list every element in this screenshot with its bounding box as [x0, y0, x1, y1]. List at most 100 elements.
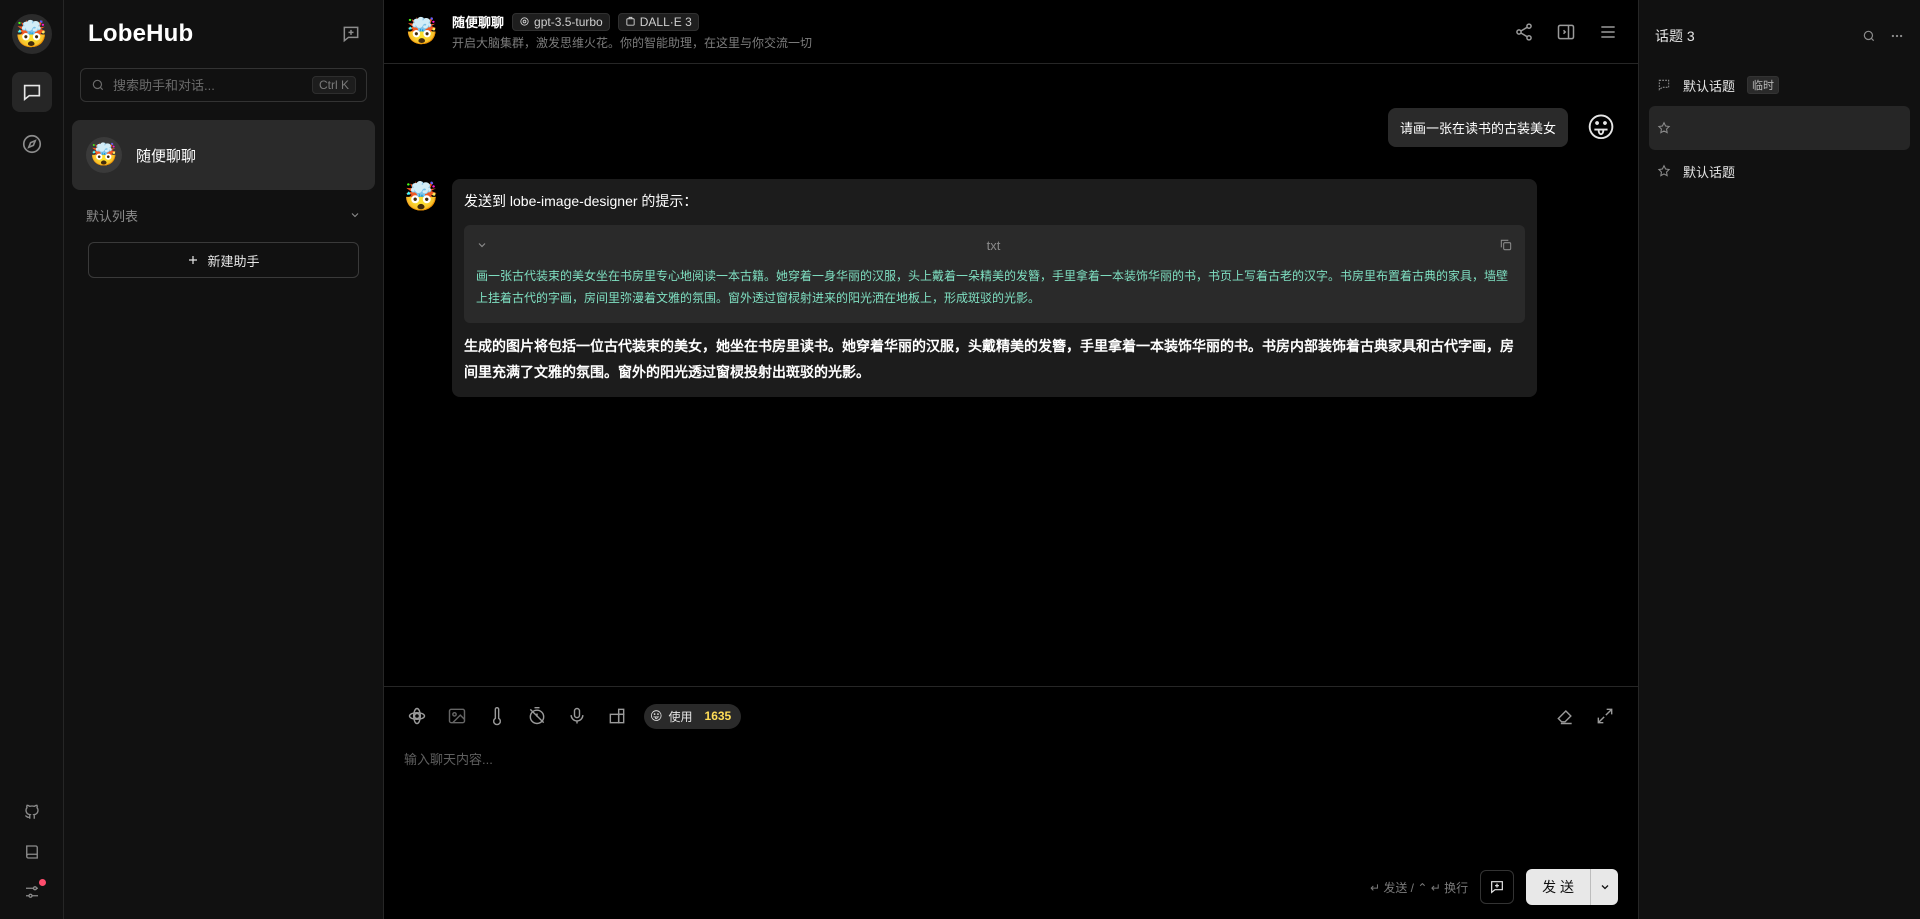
topic-label: 默认话题: [1683, 78, 1736, 94]
star-icon[interactable]: [1657, 164, 1671, 178]
search-input[interactable]: [113, 77, 304, 93]
code-content: 画一张古代装束的美女坐在书房里专心地阅读一本古籍。她穿着一身华丽的汉服，头上戴着…: [476, 269, 1509, 305]
topic-item-active[interactable]: [1649, 106, 1910, 150]
new-assistant-button[interactable]: 新建助手: [88, 242, 359, 278]
chat-composer: 😛 使用 1635 ↵ 发送 / ⌃ ↵ 换: [384, 686, 1638, 919]
brain-icon: [408, 707, 426, 725]
new-topic-button[interactable]: [1480, 870, 1515, 904]
notification-dot: [38, 879, 46, 886]
search-icon: [92, 79, 104, 91]
clear-button[interactable]: [1552, 703, 1578, 729]
blocks-icon: [609, 708, 625, 724]
user-message: 请画一张在读书的古装美女 😛: [1387, 108, 1618, 147]
history-limit-button[interactable]: [524, 703, 550, 729]
menu-icon: [1601, 25, 1615, 38]
voice-input-button[interactable]: [564, 703, 590, 729]
upload-image-button[interactable]: [444, 703, 470, 729]
topic-item-default[interactable]: 默认话题: [1649, 150, 1910, 192]
share-icon: [1516, 22, 1532, 41]
message-input-area: [404, 749, 1618, 869]
nav-rail: 🤯: [0, 0, 64, 919]
panel-right-icon: [1557, 24, 1575, 39]
thermometer-icon: [493, 707, 501, 726]
send-options-button[interactable]: [1590, 869, 1618, 905]
search-shortcut: Ctrl K: [312, 76, 356, 94]
user-message-avatar[interactable]: 😛: [1584, 111, 1618, 145]
model-settings-button[interactable]: [404, 703, 430, 729]
share-button[interactable]: [1514, 22, 1534, 42]
chat-icon: [23, 84, 40, 102]
user-avatar[interactable]: 🤯: [11, 14, 52, 54]
star-icon[interactable]: [1657, 121, 1671, 135]
expand-button[interactable]: [1592, 703, 1618, 729]
assistant-avatar[interactable]: 🤯: [404, 179, 439, 213]
plugin-icon: [626, 16, 635, 26]
chat-main: 🤯 随便聊聊 gpt-3.5-turbo DALL·E 3 开启大脑集群，激发思…: [384, 0, 1639, 919]
search-icon[interactable]: [1862, 29, 1876, 43]
session-item-active[interactable]: 🤯 随便聊聊: [72, 120, 375, 190]
toggle-panel-button[interactable]: [1556, 22, 1576, 42]
chat-title: 随便聊聊: [452, 15, 505, 30]
menu-button[interactable]: [1598, 22, 1618, 42]
discover-nav-button[interactable]: [12, 124, 52, 164]
chevron-down-icon: [351, 213, 359, 218]
topic-item-default-temp[interactable]: 默认话题 临时: [1649, 64, 1910, 106]
image-icon: [448, 708, 466, 724]
settings-button[interactable]: [16, 879, 48, 905]
message-dashed-icon: [1658, 79, 1670, 91]
message-plus-icon: [1491, 881, 1504, 894]
session-panel: LobeHub Ctrl K 🤯 随便聊聊 默认列表 新建助手: [64, 0, 384, 919]
chat-header: 🤯 随便聊聊 gpt-3.5-turbo DALL·E 3 开启大脑集群，激发思…: [384, 0, 1638, 64]
plugin-name: DALL·E 3: [639, 14, 692, 29]
assistant-message: 🤯 发送到 lobe-image-designer 的提示： txt 画一张古代…: [404, 179, 1537, 397]
new-chat-button[interactable]: [341, 24, 361, 44]
model-icon: [520, 17, 529, 26]
avatar-emoji: 🤯: [15, 18, 48, 49]
send-button[interactable]: 发 送: [1526, 869, 1590, 905]
model-name: gpt-3.5-turbo: [534, 14, 603, 29]
agent-avatar[interactable]: 🤯: [404, 14, 440, 50]
model-tag[interactable]: gpt-3.5-turbo: [512, 12, 610, 31]
sliders-icon: [25, 886, 38, 898]
assistant-lead-text: 发送到 lobe-image-designer 的提示：: [464, 193, 698, 209]
timer-off-icon: [529, 706, 545, 725]
assistant-answer: 生成的图片将包括一位古代装束的美女，她坐在书房里读书。她穿着华丽的汉服，头戴精美…: [464, 338, 1514, 380]
chevron-down-icon: [1601, 885, 1608, 890]
eraser-icon: [1557, 709, 1572, 725]
github-button[interactable]: [16, 799, 48, 825]
session-search[interactable]: Ctrl K: [80, 68, 367, 102]
microphone-icon: [570, 707, 584, 724]
plugins-button[interactable]: [604, 703, 630, 729]
plus-icon: [189, 256, 198, 264]
session-name: 随便聊聊: [136, 147, 197, 165]
token-count: 1635: [704, 709, 732, 723]
copy-icon[interactable]: [1499, 238, 1513, 252]
code-block: txt 画一张古代装束的美女坐在书房里专心地阅读一本古籍。她穿着一身华丽的汉服，…: [464, 225, 1525, 323]
plugin-tag[interactable]: DALL·E 3: [617, 12, 699, 31]
topic-panel-title: 话题 3: [1655, 28, 1695, 44]
assistant-message-bubble: 发送到 lobe-image-designer 的提示： txt 画一张古代装束…: [452, 179, 1537, 397]
session-group-header[interactable]: 默认列表: [72, 202, 375, 228]
chat-nav-button[interactable]: [11, 72, 52, 112]
message-list: 请画一张在读书的古装美女 😛 🤯 发送到 lobe-image-designer…: [384, 64, 1638, 686]
chat-description: 开启大脑集群，激发思维火花。你的智能助理，在这里与你交流一切: [452, 36, 813, 50]
app-logo: LobeHub: [88, 20, 194, 47]
book-icon: [25, 845, 38, 859]
maximize-icon: [1597, 708, 1613, 724]
collapse-chevron-icon[interactable]: [476, 239, 488, 251]
session-avatar: 🤯: [86, 137, 122, 173]
send-hint: ↵ 发送 / ⌃ ↵ 换行: [1369, 880, 1469, 895]
message-input[interactable]: [404, 749, 1618, 869]
token-emoji: 😛: [650, 709, 663, 723]
temp-badge: 临时: [1747, 76, 1780, 94]
token-label: 使用: [668, 709, 693, 724]
temperature-button[interactable]: [484, 703, 510, 729]
topic-label: 默认话题: [1683, 164, 1736, 180]
docs-button[interactable]: [16, 839, 48, 865]
more-icon[interactable]: [1890, 29, 1904, 43]
new-assistant-label: 新建助手: [207, 253, 260, 269]
token-usage-badge[interactable]: 😛 使用 1635: [644, 703, 742, 729]
user-message-bubble: 请画一张在读书的古装美女: [1387, 108, 1568, 147]
code-language: txt: [986, 237, 1001, 253]
compass-icon: [22, 134, 41, 154]
